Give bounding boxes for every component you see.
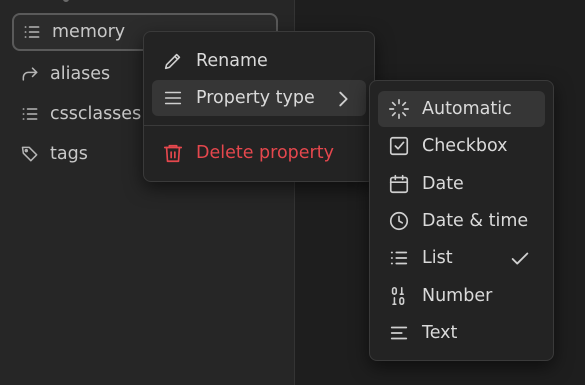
property-label: memory [52,22,126,42]
text-lines-icon [390,326,408,340]
type-label: Date [422,174,464,194]
scroll-fragment [63,0,69,2]
property-type-label: Property type [196,88,315,108]
menu-divider [144,125,374,126]
type-label: Text [422,323,458,343]
type-label: Number [422,286,493,306]
type-text[interactable]: Text [378,315,545,351]
type-list[interactable]: List [378,240,545,276]
binary-icon [391,286,405,306]
checkmark-icon [511,252,529,265]
pencil-icon [164,53,181,70]
tag-icon [21,146,38,162]
chevron-right-icon [339,91,348,107]
type-number[interactable]: Number [378,278,545,314]
type-date[interactable]: Date [378,166,545,202]
list-icon [22,108,38,120]
property-label: tags [50,144,88,164]
type-label: List [422,248,453,268]
clock-icon [389,211,409,231]
sparkle-icon [389,99,409,119]
type-label: Checkbox [422,136,508,156]
rename-label: Rename [196,51,268,71]
trash-icon [163,144,183,163]
property-label: aliases [50,64,111,84]
property-type-menu-item[interactable]: Property type [152,80,366,116]
delete-label: Delete property [196,143,334,163]
list-icon [390,251,408,265]
rename-menu-item[interactable]: Rename [152,43,366,79]
type-label: Automatic [422,99,512,119]
calendar-icon [389,174,409,194]
checkbox-icon [389,136,409,156]
menu-lines-icon [164,91,182,105]
property-label: cssclasses [50,104,142,124]
type-date-time[interactable]: Date & time [378,203,545,239]
delete-property-menu-item[interactable]: Delete property [152,135,366,171]
list-icon [24,26,40,38]
type-checkbox[interactable]: Checkbox [378,128,545,164]
type-label: Date & time [422,211,529,231]
type-automatic[interactable]: Automatic [378,91,545,127]
property-type-submenu: Automatic Checkbox Date Date & time List… [369,80,554,361]
forward-arrow-icon [22,67,38,81]
property-context-menu: Rename Property type Delete property [143,31,375,182]
